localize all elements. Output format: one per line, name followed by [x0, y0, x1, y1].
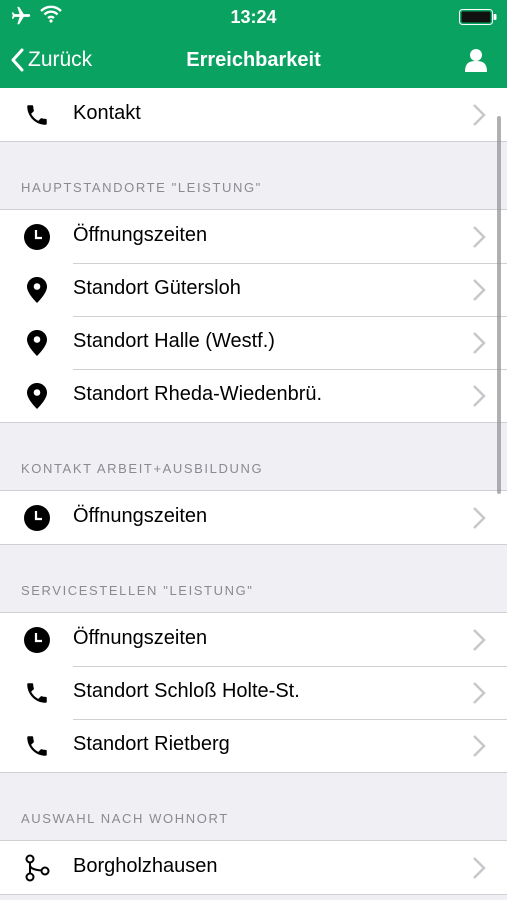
battery-icon — [459, 9, 497, 30]
list-item-label: Öffnungszeiten — [73, 627, 208, 649]
user-icon — [465, 49, 487, 72]
location-pin-icon — [24, 277, 50, 303]
location-pin-icon — [24, 383, 50, 409]
group-servicestellen: Öffnungszeiten Standort Schloß Holte-St.… — [0, 612, 507, 773]
clock-icon — [24, 505, 50, 531]
chevron-right-icon — [472, 856, 486, 885]
list-item[interactable]: Standort Halle (Westf.) — [0, 316, 507, 369]
list-item-label: Standort Schloß Holte-St. — [73, 680, 300, 702]
status-bar: 13:24 — [0, 0, 507, 34]
phone-icon — [24, 733, 50, 759]
list-item-label: Kontakt — [73, 102, 141, 124]
nav-header: Zurück Erreichbarkeit — [0, 34, 507, 88]
list-item[interactable]: Standort Rietberg — [0, 719, 507, 772]
section-header-auswahl-wohnort: AUSWAHL NACH WOHNORT — [0, 773, 507, 840]
group-kontakt-arbeit: Öffnungszeiten — [0, 490, 507, 545]
list-item-label: Standort Rheda-Wiedenbrü. — [73, 383, 323, 405]
page-title: Erreichbarkeit — [186, 49, 321, 71]
chevron-right-icon — [472, 103, 486, 132]
clock-icon — [24, 224, 50, 250]
clock-icon — [24, 627, 50, 653]
list-item[interactable]: Standort Rheda-Wiedenbrü. — [0, 369, 507, 422]
section-header-label: AUSWAHL NACH WOHNORT — [21, 811, 229, 826]
list-item-label: Standort Rietberg — [73, 733, 230, 755]
chevron-right-icon — [472, 384, 486, 413]
vertical-scrollbar[interactable] — [497, 116, 501, 494]
list-item-label: Standort Gütersloh — [73, 277, 241, 299]
chevron-right-icon — [472, 628, 486, 657]
list-item-label: Standort Halle (Westf.) — [73, 330, 275, 352]
chevron-right-icon — [472, 734, 486, 763]
list-item-label: Borgholzhausen — [73, 855, 218, 877]
list-item[interactable]: Öffnungszeiten — [0, 613, 507, 666]
chevron-right-icon — [472, 225, 486, 254]
table-view[interactable]: Kontakt HAUPTSTANDORTE "LEISTUNG" Öffnun… — [0, 88, 507, 900]
chevron-right-icon — [472, 681, 486, 710]
phone-icon — [24, 680, 50, 706]
location-pin-icon — [24, 330, 50, 356]
user-profile-button[interactable] — [465, 48, 487, 77]
list-item[interactable]: Standort Schloß Holte-St. — [0, 666, 507, 719]
chevron-right-icon — [472, 331, 486, 360]
phone-icon — [24, 102, 50, 128]
group-hauptstandorte: Öffnungszeiten Standort Gütersloh Stando… — [0, 209, 507, 423]
list-item-label: Öffnungszeiten — [73, 224, 208, 246]
chevron-right-icon — [472, 278, 486, 307]
section-header-kontakt-arbeit: KONTAKT ARBEIT+AUSBILDUNG — [0, 423, 507, 490]
list-item[interactable]: Standort Gütersloh — [0, 263, 507, 316]
section-header-label: HAUPTSTANDORTE "LEISTUNG" — [21, 180, 262, 195]
group-auswahl-wohnort: Borgholzhausen — [0, 840, 507, 895]
section-header-servicestellen: SERVICESTELLEN "LEISTUNG" — [0, 545, 507, 612]
status-time: 13:24 — [230, 7, 277, 27]
section-header-label: SERVICESTELLEN "LEISTUNG" — [21, 583, 254, 598]
list-item-kontakt[interactable]: Kontakt — [0, 88, 507, 141]
section-header-label: KONTAKT ARBEIT+AUSBILDUNG — [21, 461, 264, 476]
chevron-right-icon — [472, 506, 486, 535]
list-item[interactable]: Öffnungszeiten — [0, 491, 507, 544]
list-item[interactable]: Borgholzhausen — [0, 841, 507, 894]
list-item[interactable]: Öffnungszeiten — [0, 210, 507, 263]
navigation-bar: 13:24 Zurück Erreichbarkeit — [0, 0, 507, 88]
group-top: Kontakt — [0, 88, 507, 142]
list-item-label: Öffnungszeiten — [73, 505, 208, 527]
route-icon — [24, 854, 50, 882]
section-header-hauptstandorte: HAUPTSTANDORTE "LEISTUNG" — [0, 142, 507, 209]
